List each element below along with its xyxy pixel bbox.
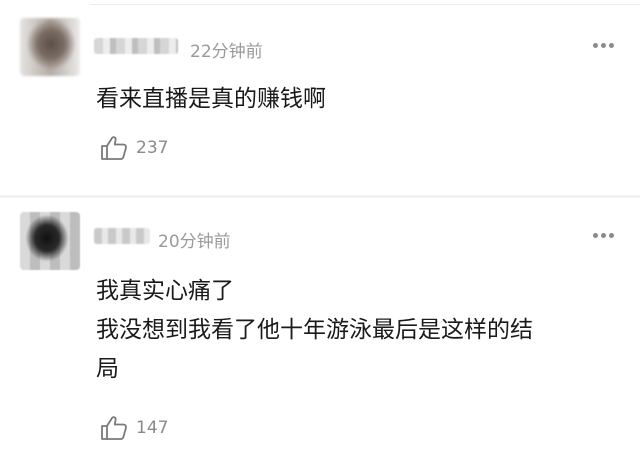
comment-time: 22分钟前: [190, 42, 263, 62]
comment-text-line: 我真实心痛了: [96, 278, 234, 304]
username-redacted[interactable]: [94, 228, 150, 244]
username-redacted[interactable]: [94, 38, 178, 54]
avatar[interactable]: [20, 212, 80, 270]
comment-item: 22分钟前 看来直播是真的赚钱啊 237: [0, 0, 640, 196]
comment-item: 20分钟前 我真实心痛了 我没想到我看了他十年游泳最后是这样的结 局 147: [0, 198, 640, 466]
thumbs-up-icon: [101, 136, 127, 160]
thumbs-up-icon: [101, 416, 127, 440]
comment-text: 我真实心痛了 我没想到我看了他十年游泳最后是这样的结 局: [96, 272, 616, 389]
like-button[interactable]: 147: [100, 414, 168, 442]
comment-text: 看来直播是真的赚钱啊: [96, 80, 616, 119]
comment-text-line: 我没想到我看了他十年游泳最后是这样的结: [96, 317, 533, 343]
avatar[interactable]: [20, 18, 80, 76]
comment-time: 20分钟前: [158, 232, 231, 252]
like-count: 237: [136, 138, 169, 158]
like-button[interactable]: 237: [100, 134, 168, 162]
like-count: 147: [136, 418, 169, 438]
more-options-icon[interactable]: [590, 34, 614, 52]
separator-line: [90, 4, 640, 5]
more-options-icon[interactable]: [590, 224, 614, 242]
comment-text-line: 局: [96, 356, 119, 382]
comment-text-line: 看来直播是真的赚钱啊: [96, 86, 326, 112]
